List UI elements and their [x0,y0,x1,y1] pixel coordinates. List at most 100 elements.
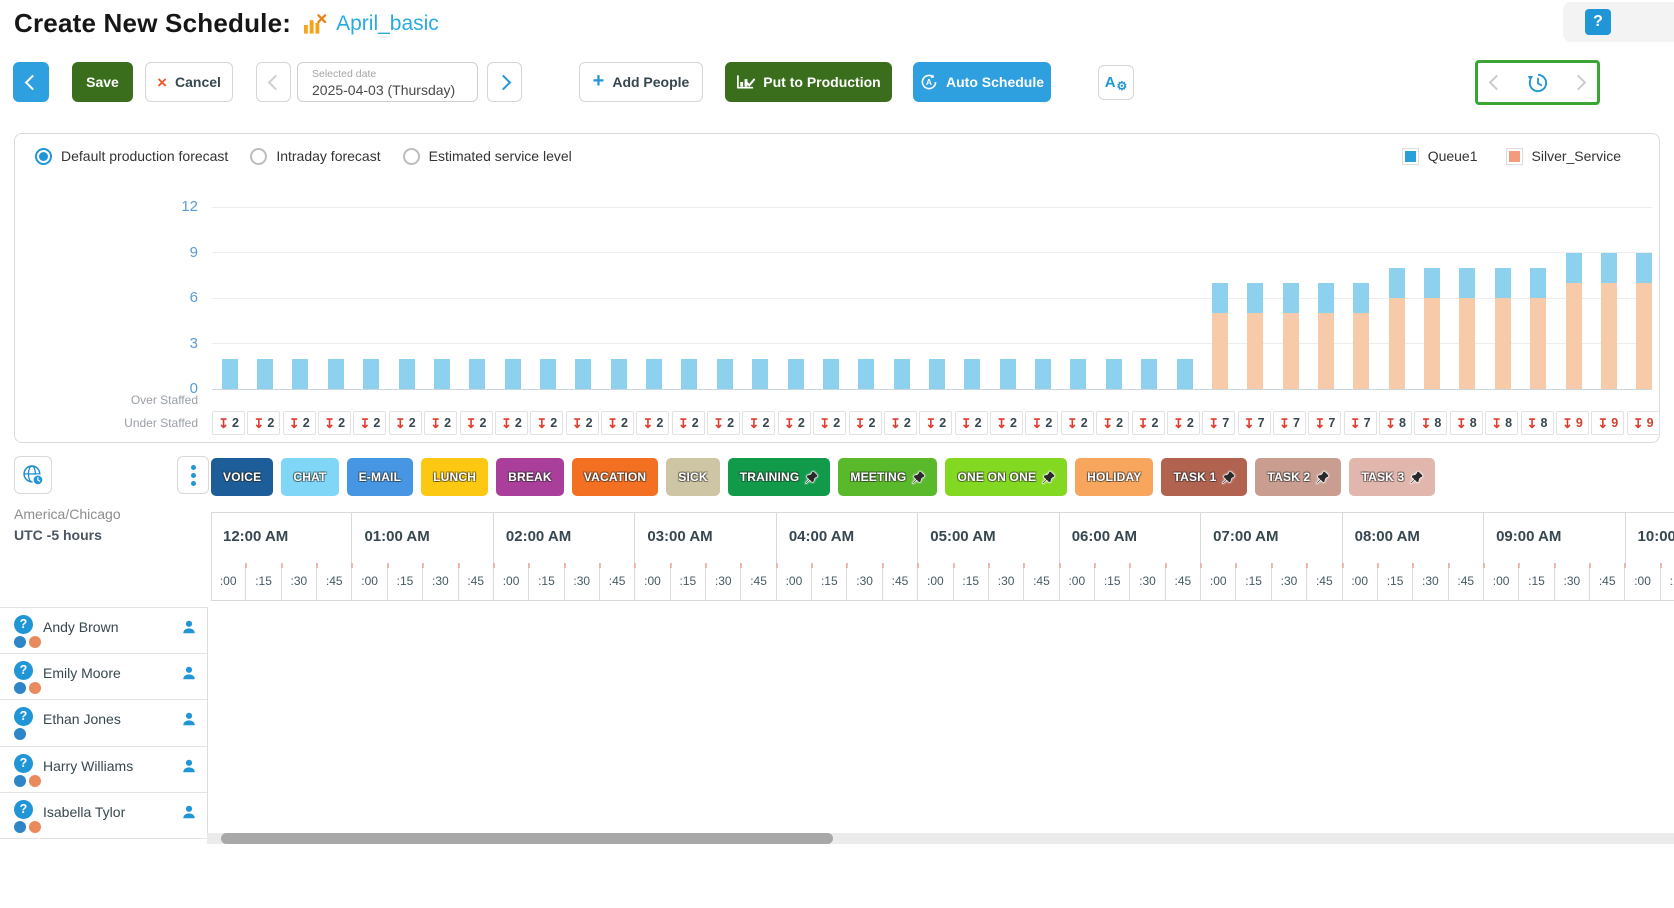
activity-button[interactable]: E-MAIL [347,458,414,496]
kebab-menu-icon [191,465,196,486]
activity-button[interactable]: TASK 2 [1255,458,1341,496]
history-back-icon[interactable] [1489,75,1505,91]
activity-button[interactable]: TASK 1 [1161,458,1247,496]
forecast-panel: Default production forecast Intraday fore… [14,133,1660,443]
activity-button[interactable]: VACATION [572,458,659,496]
history-navigation [1475,60,1600,105]
pin-icon [1316,471,1329,484]
next-date-button[interactable] [487,62,522,102]
timezone-offset: UTC -5 hours [14,527,102,543]
person-icon[interactable] [181,665,197,681]
agent-row[interactable]: ?Emily Moore [0,654,207,700]
under-staffed-arrow-icon: ↧ [536,417,547,430]
help-icon[interactable]: ? [1585,9,1611,35]
under-staffed-arrow-icon: ↧ [996,417,1007,430]
bar-queue1 [929,359,945,389]
bar-queue1 [1636,253,1652,283]
understaffed-value: 7 [1258,416,1265,430]
understaffed-value: 2 [727,416,734,430]
bar-silver-service [1318,313,1334,389]
activity-button[interactable]: TASK 3 [1349,458,1435,496]
cancel-button[interactable]: ×Cancel [145,62,233,102]
agent-settings-button[interactable]: A⚙ [1098,65,1134,100]
legend-item[interactable]: Silver_Service [1506,148,1621,165]
chevron-left-icon [267,74,283,90]
bar-queue1 [1318,283,1334,313]
quarter-cell: :00 [1484,563,1519,600]
understaffed-cell: ↧7 [1273,411,1306,435]
activity-button[interactable]: MEETING [838,458,937,496]
quarter-cell: :30 [423,563,458,600]
person-icon[interactable] [181,619,197,635]
under-staffed-arrow-icon: ↧ [324,417,335,430]
understaffed-cell: ↧2 [424,411,457,435]
understaffed-cell: ↧2 [566,411,599,435]
bar-queue1 [1247,283,1263,313]
understaffed-cell: ↧2 [1096,411,1129,435]
under-staffed-arrow-icon: ↧ [1244,417,1255,430]
bar-queue1 [1035,359,1051,389]
add-people-button[interactable]: +Add People [579,62,703,102]
blue-channel-dot [14,636,26,648]
selected-date-field[interactable]: Selected date 2025-04-03 (Thursday) [297,62,478,102]
person-icon[interactable] [181,711,197,727]
activity-button[interactable]: CHAT [281,458,338,496]
forecast-radio-option[interactable]: Estimated service level [403,148,572,165]
activity-button[interactable]: HOLIDAY [1075,458,1153,496]
under-staffed-arrow-icon: ↧ [1102,417,1113,430]
person-icon[interactable] [181,804,197,820]
auto-schedule-button[interactable]: A Auto Schedule [913,62,1051,102]
quarter-cell: :00 [352,563,387,600]
quarter-cell: :45 [1590,563,1625,600]
scrollbar-thumb[interactable] [221,833,833,844]
understaffed-value: 2 [656,416,663,430]
horizontal-scrollbar[interactable] [207,833,1674,844]
timezone-button[interactable] [14,456,52,494]
forecast-radio-option[interactable]: Intraday forecast [250,148,380,165]
schedule-menu-button[interactable] [177,456,209,494]
understaffed-value: 8 [1399,416,1406,430]
hour-cell: 09:00 AM [1484,513,1625,563]
hour-cell: 03:00 AM [635,513,776,563]
activity-label: TASK 2 [1267,470,1310,484]
activity-button[interactable]: ONE ON ONE [945,458,1067,496]
put-to-production-button[interactable]: Put to Production [725,62,892,102]
legend-item[interactable]: Queue1 [1402,148,1478,165]
under-staffed-arrow-icon: ↧ [1031,417,1042,430]
forecast-radio-option[interactable]: Default production forecast [35,148,228,165]
agent-row[interactable]: ?Harry Williams [0,747,207,793]
agent-row[interactable]: ?Andy Brown [0,608,207,654]
agent-row[interactable]: ?Isabella Tylor [0,793,207,839]
understaffed-cell: ↧2 [495,411,528,435]
activity-button[interactable]: LUNCH [421,458,488,496]
understaffed-value: 7 [1293,416,1300,430]
activity-button[interactable]: SICK [666,458,719,496]
bar-queue1 [681,359,697,389]
activity-button[interactable]: VOICE [211,458,273,496]
understaffed-value: 8 [1505,416,1512,430]
forecast-radio-label: Intraday forecast [276,148,380,164]
agent-channel-dots [14,636,41,648]
agent-name: Harry Williams [43,758,133,774]
person-icon[interactable] [181,758,197,774]
back-button[interactable] [13,62,49,102]
activity-button[interactable]: BREAK [496,458,564,496]
under-staffed-arrow-icon: ↧ [1173,417,1184,430]
agent-channel-dots [14,775,41,787]
understaffed-cell: ↧2 [1132,411,1165,435]
schedule-name: April_basic [336,12,439,36]
under-staffed-arrow-icon: ↧ [961,417,972,430]
understaffed-cell: ↧9 [1591,411,1624,435]
activity-button[interactable]: TRAINING [728,458,831,496]
agent-row[interactable]: ?Ethan Jones [0,700,207,746]
understaffed-value: 2 [762,416,769,430]
quarter-cell: :15 [671,563,706,600]
previous-date-button[interactable] [256,62,291,102]
understaffed-value: 2 [1045,416,1052,430]
save-button[interactable]: Save [72,62,133,102]
under-staffed-arrow-icon: ↧ [1527,417,1538,430]
quarter-cell: :00 [918,563,953,600]
history-forward-icon[interactable] [1571,75,1587,91]
quarter-cell: :30 [1272,563,1307,600]
history-clock-icon[interactable] [1526,71,1550,95]
